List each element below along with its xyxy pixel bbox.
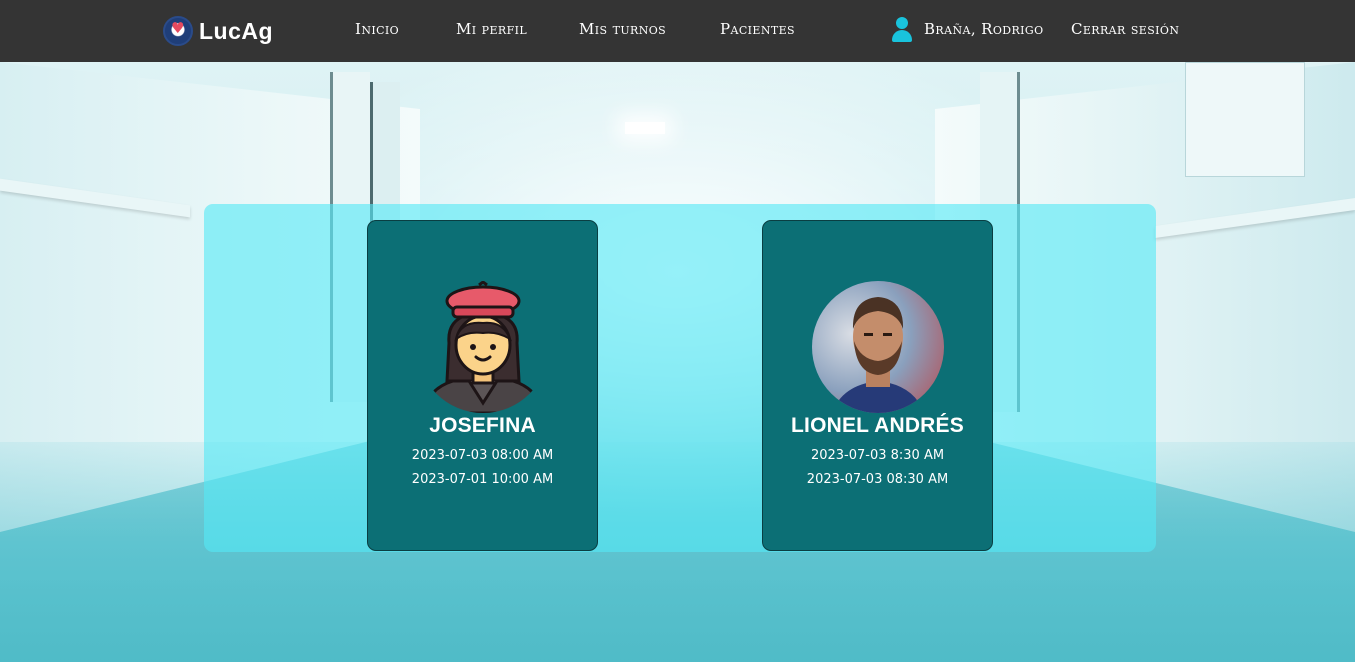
navbar: LucAg Inicio Mi perfil Mis turnos Pacien… (0, 0, 1355, 62)
wall-cabinet (1185, 62, 1305, 177)
appointment-date: 2023-07-01 10:00 AM (411, 472, 554, 487)
patient-card[interactable]: LIONEL ANDRÉS 2023-07-03 8:30 AM 2023-07… (762, 220, 993, 551)
nav-pacientes[interactable]: Pacientes (720, 20, 795, 38)
patients-panel (204, 204, 1156, 552)
ceiling-light (625, 122, 665, 134)
woman-beret-avatar-icon (417, 281, 549, 413)
heart-hands-logo-icon (163, 16, 193, 46)
appointment-date: 2023-07-03 8:30 AM (810, 448, 945, 463)
brand-link[interactable]: LucAg (163, 13, 273, 49)
patient-card[interactable]: JOSEFINA 2023-07-03 08:00 AM 2023-07-01 … (367, 220, 598, 551)
appointment-date: 2023-07-03 08:30 AM (806, 472, 949, 487)
patient-name: JOSEFINA (429, 414, 536, 437)
nav-inicio[interactable]: Inicio (355, 20, 399, 38)
nav-mi-perfil[interactable]: Mi perfil (456, 20, 527, 38)
user-icon (891, 17, 913, 43)
logout-link[interactable]: Cerrar sesión (1071, 20, 1179, 38)
user-name[interactable]: Braña, Rodrigo (924, 20, 1044, 38)
profile-photo (811, 281, 944, 413)
nav-mis-turnos[interactable]: Mis turnos (579, 20, 666, 38)
brand-name: LucAg (199, 17, 274, 44)
patient-name: LIONEL ANDRÉS (791, 414, 964, 437)
appointment-date: 2023-07-03 08:00 AM (411, 448, 554, 463)
